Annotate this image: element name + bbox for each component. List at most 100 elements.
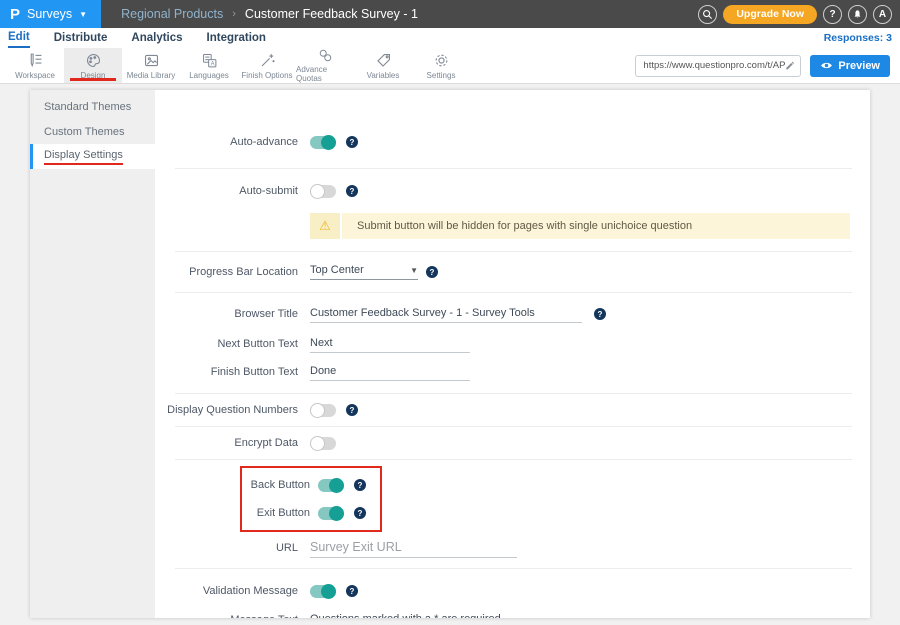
product-switcher[interactable]: P Surveys ▼ — [0, 0, 101, 28]
account-avatar[interactable]: A — [873, 5, 892, 24]
next-button-text-label: Next Button Text — [155, 338, 298, 350]
exit-url-input[interactable] — [310, 538, 517, 558]
survey-url-input[interactable] — [643, 60, 785, 71]
auto-submit-help-icon[interactable]: ? — [346, 185, 358, 197]
tab-settings[interactable]: Settings — [412, 48, 470, 83]
notifications-button[interactable] — [848, 5, 867, 24]
svg-text:A: A — [210, 61, 214, 67]
encrypt-data-toggle[interactable] — [310, 437, 336, 450]
display-question-numbers-label: Display Question Numbers — [155, 404, 298, 416]
validation-message-toggle[interactable] — [310, 585, 336, 598]
progress-bar-location-select[interactable]: Top Center ▼ — [310, 264, 418, 280]
help-button[interactable]: ? — [823, 5, 842, 24]
validation-message-label: Validation Message — [155, 585, 298, 597]
divider — [175, 168, 852, 169]
breadcrumb-folder[interactable]: Regional Products — [121, 7, 223, 21]
translate-icon: A — [201, 52, 218, 69]
next-button-text-input[interactable] — [310, 335, 470, 353]
search-button[interactable] — [698, 5, 717, 24]
nav-tab-integration[interactable]: Integration — [207, 29, 266, 47]
toggle-knob — [310, 403, 325, 418]
divider — [175, 292, 852, 293]
nav-tab-distribute[interactable]: Distribute — [54, 29, 108, 47]
divider — [175, 251, 852, 252]
browser-title-input[interactable] — [310, 305, 582, 323]
back-button-label: Back Button — [248, 479, 310, 491]
progress-bar-location-label: Progress Bar Location — [155, 266, 298, 278]
tab-variables[interactable]: Variables — [354, 48, 412, 83]
divider — [175, 426, 852, 427]
progress-bar-location-row: Progress Bar Location Top Center ▼ ? — [155, 264, 870, 280]
divider — [175, 459, 852, 460]
edit-toolbar: Workspace Design Media Library A Languag… — [0, 48, 900, 84]
survey-nav: Edit Distribute Analytics Integration Re… — [0, 28, 900, 48]
tab-settings-label: Settings — [427, 71, 456, 80]
pencil-edit-icon[interactable] — [785, 60, 795, 71]
tab-finish-options[interactable]: Finish Options — [238, 48, 296, 83]
message-text-label: Message Text — [155, 614, 298, 618]
tab-design[interactable]: Design — [64, 48, 122, 83]
exit-button-toggle[interactable] — [318, 507, 344, 520]
search-icon — [702, 9, 713, 20]
toggle-knob — [310, 436, 325, 451]
upgrade-now-button[interactable]: Upgrade Now — [723, 5, 817, 24]
design-sidebar: Standard Themes Custom Themes Display Se… — [30, 90, 155, 618]
browser-title-help-icon[interactable]: ? — [594, 308, 606, 320]
questionpro-logo-icon: P — [10, 7, 20, 22]
warning-triangle-icon: ⚠ — [310, 213, 340, 239]
workspace-icon — [27, 52, 44, 69]
nav-tab-analytics[interactable]: Analytics — [131, 29, 182, 47]
auto-submit-toggle[interactable] — [310, 185, 336, 198]
nav-tab-edit[interactable]: Edit — [8, 28, 30, 48]
browser-title-row: Browser Title ? — [155, 305, 870, 323]
encrypt-data-label: Encrypt Data — [155, 437, 298, 449]
survey-url-box — [635, 55, 801, 77]
finish-button-text-row: Finish Button Text — [155, 363, 870, 381]
tab-advance-quotas[interactable]: Advance Quotas — [296, 48, 354, 83]
auto-submit-label: Auto-submit — [155, 185, 298, 197]
tag-icon — [375, 52, 392, 69]
back-button-help-icon[interactable]: ? — [354, 479, 366, 491]
palette-icon — [85, 52, 102, 69]
sidebar-item-standard-themes[interactable]: Standard Themes — [30, 94, 155, 119]
display-question-numbers-row: Display Question Numbers ? — [155, 402, 870, 418]
next-button-text-row: Next Button Text — [155, 335, 870, 353]
tab-design-label: Design — [81, 71, 106, 80]
tab-languages[interactable]: A Languages — [180, 48, 238, 83]
divider — [175, 568, 852, 569]
browser-title-label: Browser Title — [155, 308, 298, 320]
progress-bar-help-icon[interactable]: ? — [426, 266, 438, 278]
finish-button-text-label: Finish Button Text — [155, 366, 298, 378]
magic-wand-icon — [259, 52, 276, 69]
sidebar-item-label: Custom Themes — [44, 126, 125, 138]
preview-button[interactable]: Preview — [810, 55, 890, 77]
tab-workspace[interactable]: Workspace — [6, 48, 64, 83]
message-text-input[interactable] — [310, 611, 582, 618]
exit-button-help-icon[interactable]: ? — [354, 507, 366, 519]
display-question-numbers-help-icon[interactable]: ? — [346, 404, 358, 416]
sidebar-item-label: Display Settings — [44, 149, 123, 165]
back-button-toggle[interactable] — [318, 479, 344, 492]
finish-button-text-input[interactable] — [310, 363, 470, 381]
toggle-knob — [321, 135, 336, 150]
tab-media-library[interactable]: Media Library — [122, 48, 180, 83]
validation-message-help-icon[interactable]: ? — [346, 585, 358, 597]
auto-advance-label: Auto-advance — [155, 136, 298, 148]
auto-advance-toggle[interactable] — [310, 136, 336, 149]
tab-workspace-label: Workspace — [15, 71, 55, 80]
product-name: Surveys — [27, 7, 72, 21]
chevron-down-icon: ▼ — [79, 10, 87, 19]
sidebar-item-custom-themes[interactable]: Custom Themes — [30, 119, 155, 144]
exit-url-row: URL — [155, 538, 870, 558]
exit-button-row: Exit Button ? — [248, 505, 366, 521]
auto-advance-help-icon[interactable]: ? — [346, 136, 358, 148]
select-caret-icon: ▼ — [410, 266, 418, 275]
breadcrumb-survey-title: Customer Feedback Survey - 1 — [245, 7, 418, 21]
design-panel: Standard Themes Custom Themes Display Se… — [30, 90, 870, 618]
auto-advance-row: Auto-advance ? — [155, 134, 870, 150]
divider — [175, 393, 852, 394]
toggle-knob — [329, 506, 344, 521]
sidebar-item-display-settings[interactable]: Display Settings — [30, 144, 155, 169]
responses-count[interactable]: Responses: 3 — [824, 32, 892, 44]
display-question-numbers-toggle[interactable] — [310, 404, 336, 417]
